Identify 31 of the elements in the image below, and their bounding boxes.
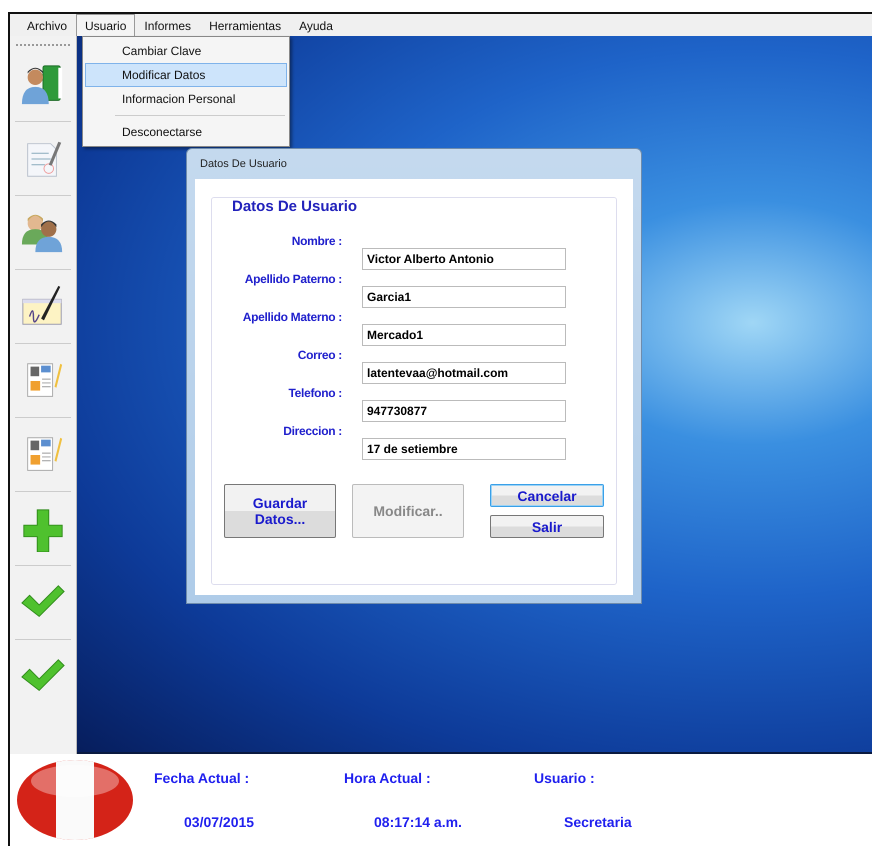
status-label: Usuario : (534, 770, 596, 786)
input-field[interactable]: Mercado1 (362, 324, 566, 346)
menu-item[interactable]: Ayuda (290, 14, 342, 36)
input-field[interactable]: Garcia1 (362, 286, 566, 308)
status-value: 03/07/2015 (183, 814, 256, 830)
status-value: 08:17:14 a.m. (373, 814, 463, 830)
menu-item[interactable]: Archivo (18, 14, 76, 36)
field-label: Apellido Materno : (242, 310, 342, 326)
dialog-button[interactable]: Guardar Datos... (224, 484, 336, 538)
status-value: Secretaria (563, 814, 633, 830)
dialog-title: Datos De Usuario (199, 157, 288, 172)
menu-option[interactable]: Cambiar Clave (85, 39, 287, 63)
input-field[interactable]: Victor Alberto Antonio (362, 248, 566, 270)
input-field[interactable]: 947730877 (362, 400, 566, 422)
input-field[interactable]: latentevaa@hotmail.com (362, 362, 566, 384)
menu-option[interactable]: Desconectarse (85, 120, 287, 144)
status-label: Fecha Actual : (154, 770, 250, 786)
menu-item[interactable]: Herramientas (200, 14, 290, 36)
dialog-button[interactable]: Salir (490, 515, 604, 538)
field-label: Apellido Paterno : (244, 272, 342, 288)
field-label: Nombre : (290, 234, 342, 250)
input-field[interactable]: 17 de setiembre (362, 438, 566, 460)
menu-option[interactable]: Modificar Datos (85, 63, 287, 87)
status-label: Hora Actual : (344, 770, 432, 786)
field-label: Direccion : (282, 424, 342, 440)
field-label: Correo : (296, 348, 342, 364)
menu-item[interactable]: Usuario (76, 14, 136, 36)
menu-item[interactable]: Informes (135, 14, 200, 36)
menu-option[interactable]: Informacion Personal (85, 87, 287, 111)
field-label: Telefono : (288, 386, 342, 402)
dialog-button[interactable]: Cancelar (490, 484, 604, 507)
